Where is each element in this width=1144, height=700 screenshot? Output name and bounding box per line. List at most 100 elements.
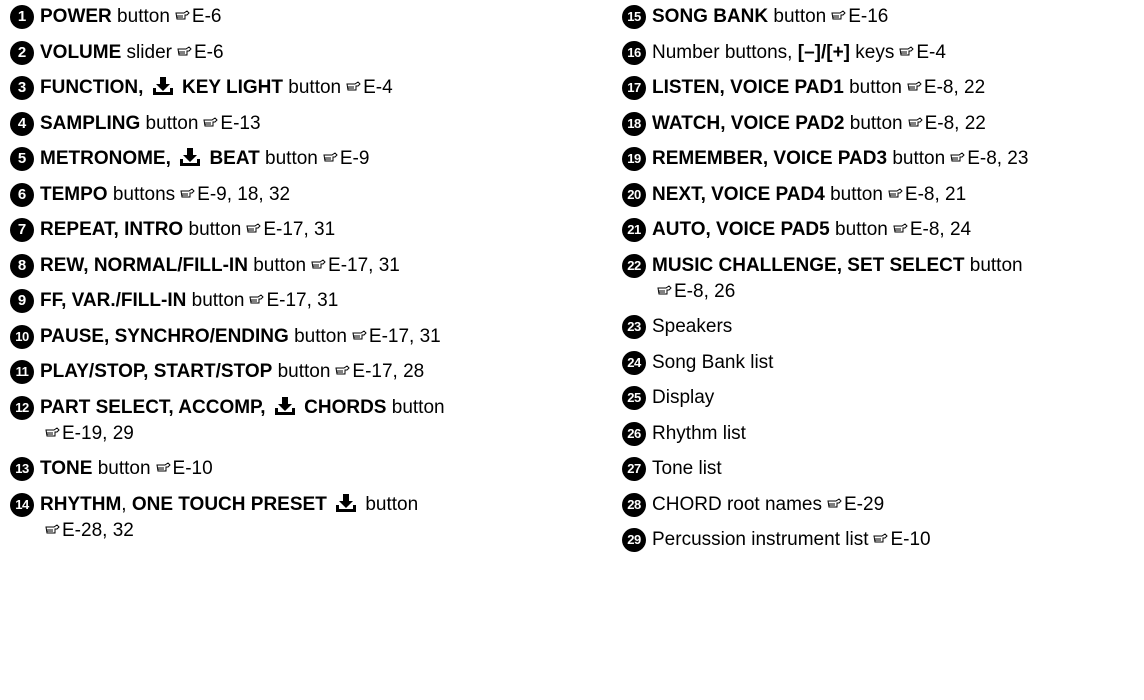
page-reference: E-6 xyxy=(191,6,222,27)
item-text: Speakers xyxy=(652,316,733,337)
list-item: 28 CHORD root names E-29 xyxy=(622,492,1137,518)
item-text: button xyxy=(829,219,888,240)
pointing-hand-icon xyxy=(203,116,219,126)
item-text: Tone list xyxy=(652,458,722,479)
list-item: 15 SONG BANK button E-16 xyxy=(622,4,1137,30)
item-text: button xyxy=(272,361,331,382)
list-item: 24 Song Bank list xyxy=(622,350,1137,376)
pointing-hand-icon xyxy=(346,81,361,91)
page-reference: E-13 xyxy=(220,112,261,134)
list-item: 9 FF, VAR./FILL-IN button E-17, 31 xyxy=(10,288,570,314)
list-item: 3 FUNCTION, KEY LIGHT button E-4 xyxy=(10,75,570,101)
control-name: WATCH, VOICE PAD2 xyxy=(652,112,845,134)
page-reference: E-17, 31 xyxy=(368,325,441,347)
page-reference: E-8, 26 xyxy=(674,280,736,302)
item-text: button xyxy=(768,6,827,27)
control-name: FF, VAR./FILL-IN xyxy=(40,290,187,311)
item-text: slider xyxy=(121,41,172,63)
item-text: button xyxy=(386,396,445,418)
item-text: button xyxy=(887,148,946,169)
control-name: REW, NORMAL/FILL-IN xyxy=(40,254,248,276)
control-name: SONG BANK xyxy=(652,6,769,27)
item-number-badge: 11 xyxy=(10,360,34,384)
item-number-badge: 13 xyxy=(10,457,34,481)
list-item: 18 WATCH, VOICE PAD2 button E-8, 22 xyxy=(622,111,1137,137)
page-reference: E-28, 32 xyxy=(62,519,134,541)
control-name: REPEAT, INTRO xyxy=(40,219,184,240)
list-item: 6 TEMPO buttons E-9, 18, 32 xyxy=(10,182,570,208)
page-reference: E-4 xyxy=(363,77,393,98)
pointing-hand-icon xyxy=(888,187,903,197)
control-name: REMEMBER, VOICE PAD3 xyxy=(652,148,888,169)
list-item: 14 RHYTHM, ONE TOUCH PRESET button E-28, 3… xyxy=(10,492,570,544)
item-text: button xyxy=(183,219,242,240)
pointing-hand-icon xyxy=(907,81,922,91)
download-icon xyxy=(152,77,173,95)
pointing-hand-icon xyxy=(45,523,60,533)
item-number-badge: 24 xyxy=(622,350,646,375)
item-number-badge: 8 xyxy=(10,253,34,278)
control-name: AUTO, VOICE PAD5 xyxy=(652,219,830,240)
control-name: PLAY/STOP, START/STOP xyxy=(40,361,273,382)
control-name: LISTEN, VOICE PAD1 xyxy=(652,77,844,98)
item-text: Rhythm list xyxy=(652,422,746,444)
right-column: 15 SONG BANK button E-16 16 Number buttons, … xyxy=(622,4,1137,563)
download-icon xyxy=(180,148,201,166)
item-text: button xyxy=(360,493,419,515)
pointing-hand-icon xyxy=(311,258,326,268)
item-number-badge: 18 xyxy=(622,111,646,136)
control-name: METRONOME, xyxy=(40,148,177,169)
page-reference: E-8, 22 xyxy=(924,112,986,134)
list-item: 25 Display xyxy=(622,385,1137,411)
item-number-badge: 23 xyxy=(622,315,646,339)
item-text: Song Bank list xyxy=(652,351,774,373)
item-number-badge: 27 xyxy=(622,457,646,481)
list-item: 8 REW, NORMAL/FILL-IN button E-17, 31 xyxy=(10,253,570,279)
list-item: 7 REPEAT, INTRO button E-17, 31 xyxy=(10,217,570,243)
pointing-hand-icon xyxy=(950,152,965,162)
page-reference: E-8, 21 xyxy=(904,183,967,205)
item-number-badge: 2 xyxy=(10,40,34,65)
list-item: 1 POWER button E-6 xyxy=(10,4,570,30)
list-item: 13 TONE button E-10 xyxy=(10,456,570,482)
pointing-hand-icon xyxy=(323,152,338,162)
page-reference: E-16 xyxy=(848,6,889,27)
control-name: RHYTHM xyxy=(40,493,122,515)
item-number-badge: 28 xyxy=(622,492,646,517)
pointing-hand-icon xyxy=(177,45,192,55)
item-number-badge: 3 xyxy=(10,76,34,100)
control-name: CHORDS xyxy=(298,396,387,418)
item-text: button xyxy=(964,254,1023,276)
item-number-badge: 12 xyxy=(10,395,34,420)
list-item: 17 LISTEN, VOICE PAD1 button E-8, 22 xyxy=(622,75,1137,101)
item-number-badge: 21 xyxy=(622,218,646,242)
item-number-badge: 19 xyxy=(622,147,646,171)
item-text: CHORD root names xyxy=(652,493,822,515)
item-number-badge: 4 xyxy=(10,111,34,136)
control-name: PAUSE, SYNCHRO/ENDING xyxy=(40,325,289,347)
page-reference: E-9, 18, 32 xyxy=(197,183,291,205)
item-number-badge: 17 xyxy=(622,76,646,100)
item-text: button xyxy=(844,112,903,134)
control-name: MUSIC CHALLENGE, SET SELECT xyxy=(652,254,965,276)
item-number-badge: 6 xyxy=(10,182,34,207)
item-number-badge: 5 xyxy=(10,147,34,171)
download-icon xyxy=(274,396,295,415)
pointing-hand-icon xyxy=(180,187,195,197)
pointing-hand-icon xyxy=(155,462,171,472)
page-reference: E-8, 23 xyxy=(967,148,1029,169)
pointing-hand-icon xyxy=(899,45,915,55)
item-text: button xyxy=(111,6,170,27)
control-name: SAMPLING xyxy=(40,112,141,134)
list-item: 11 PLAY/STOP, START/STOP button E-17, 28 xyxy=(10,359,570,385)
control-name: KEY LIGHT xyxy=(176,77,283,98)
item-text: button xyxy=(186,290,245,311)
list-item: 10 PAUSE, SYNCHRO/ENDING button E-17, 31 xyxy=(10,324,570,350)
control-name: ONE TOUCH PRESET xyxy=(131,493,333,515)
control-name: TONE xyxy=(40,458,93,479)
download-icon xyxy=(336,493,357,512)
control-name: BEAT xyxy=(204,148,260,169)
item-text: keys xyxy=(850,41,895,63)
pointing-hand-icon xyxy=(908,116,923,126)
item-text: button xyxy=(288,325,347,347)
